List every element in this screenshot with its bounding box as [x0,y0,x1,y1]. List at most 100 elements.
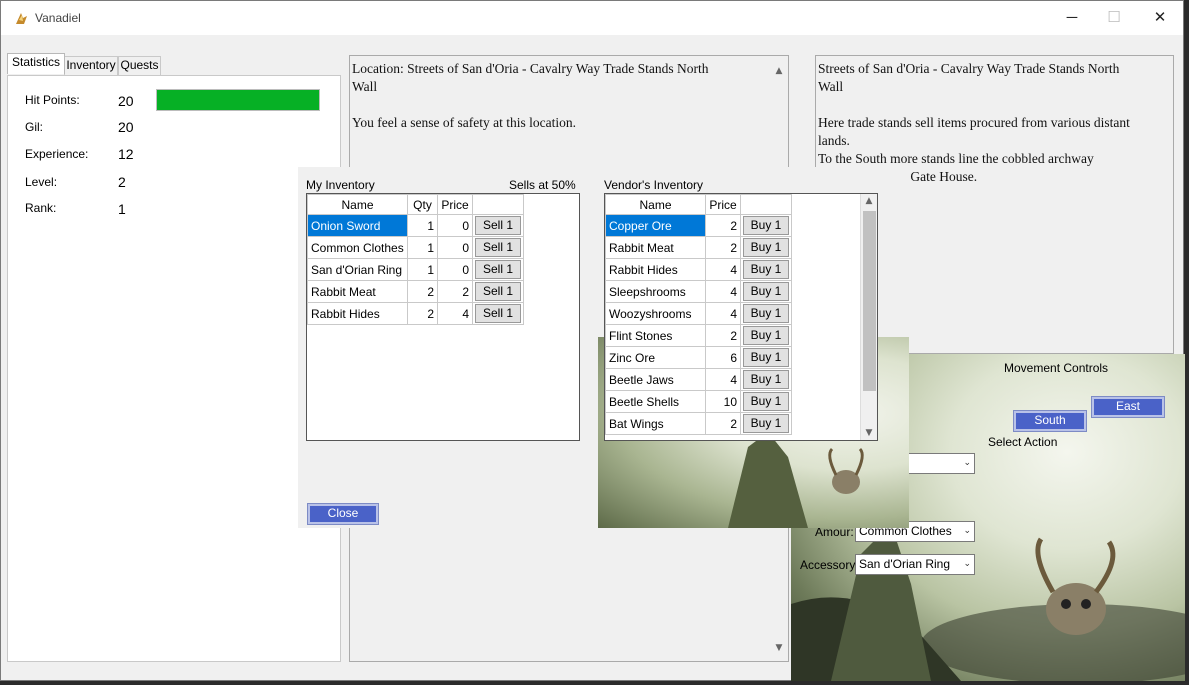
item-name[interactable]: Sleepshrooms [605,280,706,303]
item-price: 2 [437,280,473,303]
table-row[interactable]: Beetle Shells 10 Buy 1 [605,390,792,413]
item-price: 10 [705,390,741,413]
statistics-panel: Hit Points: 20 Gil: 20 Experience: 12 Le… [7,75,341,662]
table-row[interactable]: Rabbit Hides 2 4 Sell 1 [307,302,524,325]
item-name[interactable]: Rabbit Meat [307,280,408,303]
table-row[interactable]: Woozyshrooms 4 Buy 1 [605,302,792,325]
item-price: 2 [705,214,741,237]
sell-button[interactable]: Sell 1 [475,304,521,323]
item-name[interactable]: Bat Wings [605,412,706,435]
item-price: 0 [437,258,473,281]
sell-button[interactable]: Sell 1 [475,260,521,279]
item-name[interactable]: Rabbit Hides [307,302,408,325]
tab-quests[interactable]: Quests [118,56,161,75]
item-action-cell: Sell 1 [472,302,524,325]
table-row[interactable]: Rabbit Meat 2 Buy 1 [605,236,792,259]
item-price: 4 [705,280,741,303]
item-price: 4 [437,302,473,325]
scroll-up-arrow-icon[interactable]: ▲ [773,62,785,80]
item-price: 2 [705,236,741,259]
item-name[interactable]: San d'Orian Ring [307,258,408,281]
movement-controls-title: Movement Controls [1004,361,1109,375]
hit-points-bar [156,89,320,111]
item-action-cell: Buy 1 [740,302,792,325]
scrollbar-thumb[interactable] [863,211,876,391]
tab-statistics[interactable]: Statistics [7,53,65,74]
minimize-button[interactable]: ─ [1049,1,1095,35]
table-row[interactable]: Onion Sword 1 0 Sell 1 [307,214,524,237]
rank-label: Rank: [25,201,57,215]
table-row[interactable]: San d'Orian Ring 1 0 Sell 1 [307,258,524,281]
table-row[interactable]: Copper Ore 2 Buy 1 [605,214,792,237]
description-line-2: Wall [818,79,844,94]
item-qty: 2 [407,280,438,303]
item-name[interactable]: Beetle Jaws [605,368,706,391]
tab-inventory[interactable]: Inventory [64,56,118,75]
column-header-price[interactable]: Price [705,194,741,215]
table-row[interactable]: Beetle Jaws 4 Buy 1 [605,368,792,391]
table-row[interactable]: Flint Stones 2 Buy 1 [605,324,792,347]
item-qty: 2 [407,302,438,325]
maximize-button[interactable]: ☐ [1091,1,1137,35]
buy-button[interactable]: Buy 1 [743,260,789,279]
item-name[interactable]: Rabbit Meat [605,236,706,259]
table-row[interactable]: Rabbit Meat 2 2 Sell 1 [307,280,524,303]
scroll-up-arrow-icon[interactable]: ▲ [863,196,875,206]
window-title: Vanadiel [35,11,81,25]
item-name[interactable]: Common Clothes [307,236,408,259]
sell-button[interactable]: Sell 1 [475,216,521,235]
vendor-inventory-grid[interactable]: Name Price Copper Ore 2 Buy 1 Rabbit Meat 2 B… [604,193,878,441]
buy-button[interactable]: Buy 1 [743,392,789,411]
table-row[interactable]: Common Clothes 1 0 Sell 1 [307,236,524,259]
item-action-cell: Buy 1 [740,412,792,435]
scroll-down-arrow-icon[interactable]: ▼ [863,428,875,438]
item-qty: 1 [407,258,438,281]
buy-button[interactable]: Buy 1 [743,414,789,433]
item-action-cell: Sell 1 [472,258,524,281]
table-row[interactable]: Zinc Ore 6 Buy 1 [605,346,792,369]
gil-value: 20 [118,119,134,135]
table-row[interactable]: Sleepshrooms 4 Buy 1 [605,280,792,303]
item-name[interactable]: Rabbit Hides [605,258,706,281]
level-label: Level: [25,175,58,189]
buy-button[interactable]: Buy 1 [743,238,789,257]
item-name[interactable]: Onion Sword [307,214,408,237]
item-price: 0 [437,236,473,259]
sells-at-label: Sells at 50% [509,178,576,192]
item-name[interactable]: Copper Ore [605,214,706,237]
location-line-2: Wall [352,79,378,94]
buy-button[interactable]: Buy 1 [743,326,789,345]
accessory-select[interactable]: San d'Orian Ring ⌄ [855,554,975,575]
gil-label: Gil: [25,120,43,134]
close-window-button[interactable]: ✕ [1137,1,1183,35]
buy-button[interactable]: Buy 1 [743,348,789,367]
buy-button[interactable]: Buy 1 [743,216,789,235]
buy-button[interactable]: Buy 1 [743,282,789,301]
item-price: 4 [705,368,741,391]
item-action-cell: Buy 1 [740,390,792,413]
item-name[interactable]: Flint Stones [605,324,706,347]
my-inventory-grid[interactable]: Name Qty Price Onion Sword 1 0 Sell 1 Common… [306,193,580,441]
chevron-down-icon: ⌄ [963,458,971,468]
item-name[interactable]: Woozyshrooms [605,302,706,325]
column-header-qty[interactable]: Qty [407,194,438,215]
item-name[interactable]: Zinc Ore [605,346,706,369]
table-row[interactable]: Rabbit Hides 4 Buy 1 [605,258,792,281]
sell-button[interactable]: Sell 1 [475,282,521,301]
column-header-price[interactable]: Price [437,194,473,215]
level-value: 2 [118,174,126,190]
east-button[interactable]: East [1091,396,1165,418]
close-dialog-button[interactable]: Close [307,503,379,525]
column-header-name[interactable]: Name [307,194,408,215]
vendor-inventory-header-row: Name Price [605,194,792,215]
item-name[interactable]: Beetle Shells [605,390,706,413]
vendor-grid-scrollbar[interactable]: ▲ ▼ [860,194,877,440]
sell-button[interactable]: Sell 1 [475,238,521,257]
buy-button[interactable]: Buy 1 [743,370,789,389]
table-row[interactable]: Bat Wings 2 Buy 1 [605,412,792,435]
column-header-name[interactable]: Name [605,194,706,215]
south-button[interactable]: South [1013,410,1087,432]
scroll-down-arrow-icon[interactable]: ▼ [773,639,785,657]
item-action-cell: Buy 1 [740,324,792,347]
buy-button[interactable]: Buy 1 [743,304,789,323]
